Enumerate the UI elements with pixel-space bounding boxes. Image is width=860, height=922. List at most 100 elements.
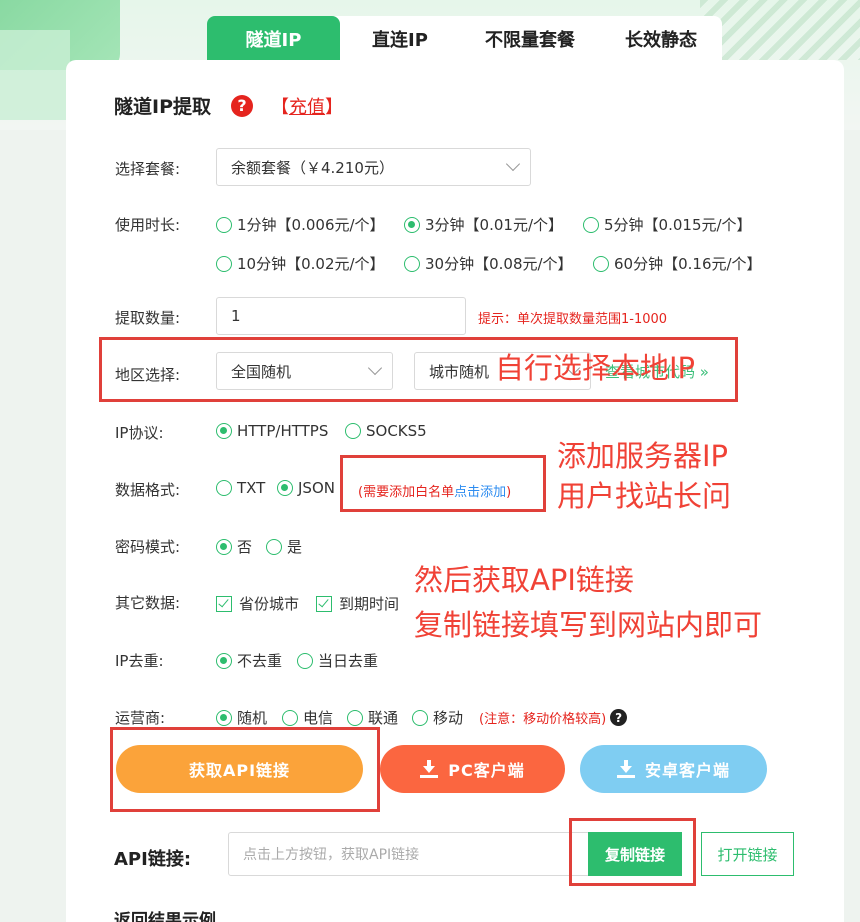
duration-option-1min[interactable]: 1分钟【0.006元/个】 <box>216 214 385 235</box>
isp-option-label: 随机 <box>237 709 268 727</box>
radio-icon <box>583 216 599 233</box>
duration-option-label: 1分钟【0.006元/个】 <box>237 216 385 234</box>
radio-checked-icon <box>216 423 232 439</box>
dedupe-option-none[interactable]: 不去重 <box>216 650 282 671</box>
recharge-label: 充值 <box>289 96 325 118</box>
whitelist-highlight-box <box>340 455 546 512</box>
radio-icon <box>216 480 232 496</box>
radio-icon <box>593 255 609 272</box>
quantity-hint: 提示：单次提取数量范围1-1000 <box>478 312 668 327</box>
format-option-json[interactable]: JSON <box>277 479 335 497</box>
pc-client-download-button[interactable]: PC客户端 <box>380 745 565 793</box>
format-option-txt[interactable]: TXT <box>216 479 265 497</box>
password-label: 密码模式: <box>115 538 181 556</box>
tab-unlimited-package[interactable]: 不限量套餐 <box>460 16 600 62</box>
help-icon[interactable]: ? <box>610 709 628 726</box>
other-data-label: 其它数据: <box>115 594 181 612</box>
password-option-no[interactable]: 否 <box>216 536 252 557</box>
isp-label: 运营商: <box>115 709 166 727</box>
password-option-label: 否 <box>237 538 253 556</box>
format-label: 数据格式: <box>115 481 181 499</box>
duration-option-10min[interactable]: 10分钟【0.02元/个】 <box>216 253 385 274</box>
radio-icon <box>404 255 420 272</box>
duration-option-60min[interactable]: 60分钟【0.16元/个】 <box>593 253 762 274</box>
isp-option-unicom[interactable]: 联通 <box>347 707 398 728</box>
copy-link-highlight-box <box>569 818 696 886</box>
radio-icon <box>282 709 298 726</box>
package-select[interactable]: 余额套餐（￥4.210元） <box>216 148 531 186</box>
duration-option-30min[interactable]: 30分钟【0.08元/个】 <box>404 253 573 274</box>
page-title: 隧道IP提取 <box>114 96 211 118</box>
duration-option-label: 5分钟【0.015元/个】 <box>604 216 752 234</box>
decorative-stripes <box>700 0 860 60</box>
api-link-input[interactable]: 点击上方按钮，获取API链接 <box>228 832 590 876</box>
protocol-option-http[interactable]: HTTP/HTTPS <box>216 422 328 440</box>
isp-option-telecom[interactable]: 电信 <box>282 707 333 728</box>
format-option-label: TXT <box>237 479 266 497</box>
download-icon <box>420 760 439 778</box>
radio-icon <box>216 255 232 272</box>
radio-icon <box>412 709 428 726</box>
duration-option-5min[interactable]: 5分钟【0.015元/个】 <box>583 214 752 235</box>
radio-icon <box>216 216 232 233</box>
isp-note: (注意：移动价格较高)? <box>479 708 628 727</box>
other-option-expire-time[interactable]: 到期时间 <box>316 593 399 614</box>
isp-option-random[interactable]: 随机 <box>216 707 267 728</box>
radio-icon <box>347 709 363 726</box>
dedupe-option-label: 当日去重 <box>318 652 379 670</box>
annotation-whitelist-1: 添加服务器IP <box>557 439 729 473</box>
annotation-api-1: 然后获取API链接 <box>414 563 634 597</box>
other-option-label: 省份城市 <box>239 595 300 613</box>
recharge-bracket-left: 【 <box>271 96 289 118</box>
duration-option-3min[interactable]: 3分钟【0.01元/个】 <box>404 214 563 235</box>
radio-icon <box>266 538 282 555</box>
radio-icon <box>297 652 313 669</box>
download-icon <box>616 760 635 778</box>
help-icon[interactable]: ? <box>231 94 253 117</box>
duration-option-label: 3分钟【0.01元/个】 <box>425 216 563 234</box>
radio-checked-icon <box>216 709 232 726</box>
decorative-cube-shadow <box>0 30 70 120</box>
radio-checked-icon <box>216 652 232 669</box>
other-option-province-city[interactable]: 省份城市 <box>216 593 299 614</box>
checkbox-checked-icon <box>216 595 232 612</box>
protocol-option-label: HTTP/HTTPS <box>237 422 329 440</box>
checkbox-checked-icon <box>316 595 332 612</box>
isp-option-mobile[interactable]: 移动 <box>412 707 463 728</box>
quantity-label: 提取数量: <box>115 309 181 327</box>
open-link-button[interactable]: 打开链接 <box>701 832 794 876</box>
product-tabs: 隧道IP 直连IP 不限量套餐 长效静态 <box>207 16 722 62</box>
annotation-api-2: 复制链接填写到网站内即可 <box>414 608 763 642</box>
tab-direct-ip[interactable]: 直连IP <box>340 16 460 62</box>
radio-checked-icon <box>277 480 293 496</box>
dedupe-label: IP去重: <box>115 652 164 670</box>
quantity-input[interactable]: 1 <box>216 297 466 335</box>
annotation-whitelist-2: 用户找站长问 <box>557 479 732 513</box>
password-option-yes[interactable]: 是 <box>266 536 302 557</box>
protocol-option-socks5[interactable]: SOCKS5 <box>345 422 427 440</box>
password-option-label: 是 <box>287 538 303 556</box>
tab-long-term-static[interactable]: 长效静态 <box>600 16 722 62</box>
pc-client-label: PC客户端 <box>448 761 525 780</box>
android-client-label: 安卓客户端 <box>644 761 730 780</box>
format-option-label: JSON <box>298 479 335 497</box>
android-client-download-button[interactable]: 安卓客户端 <box>580 745 767 793</box>
duration-option-label: 30分钟【0.08元/个】 <box>425 255 573 273</box>
isp-option-label: 电信 <box>303 709 334 727</box>
radio-icon <box>345 423 361 439</box>
other-option-label: 到期时间 <box>339 595 400 613</box>
isp-option-label: 移动 <box>433 709 464 727</box>
radio-checked-icon <box>216 538 232 555</box>
get-api-highlight-box <box>110 727 380 812</box>
protocol-label: IP协议: <box>115 424 164 442</box>
dedupe-option-daily[interactable]: 当日去重 <box>297 650 378 671</box>
api-link-label: API链接: <box>114 849 192 870</box>
recharge-link[interactable]: 【充值】 <box>271 93 343 119</box>
package-value: 余额套餐（￥4.210元） <box>231 158 394 177</box>
tab-tunnel-ip[interactable]: 隧道IP <box>207 16 340 62</box>
duration-option-label: 10分钟【0.02元/个】 <box>237 255 385 273</box>
radio-checked-icon <box>404 216 420 233</box>
isp-option-label: 联通 <box>368 709 399 727</box>
protocol-option-label: SOCKS5 <box>366 422 427 440</box>
chevron-down-icon <box>505 156 521 172</box>
